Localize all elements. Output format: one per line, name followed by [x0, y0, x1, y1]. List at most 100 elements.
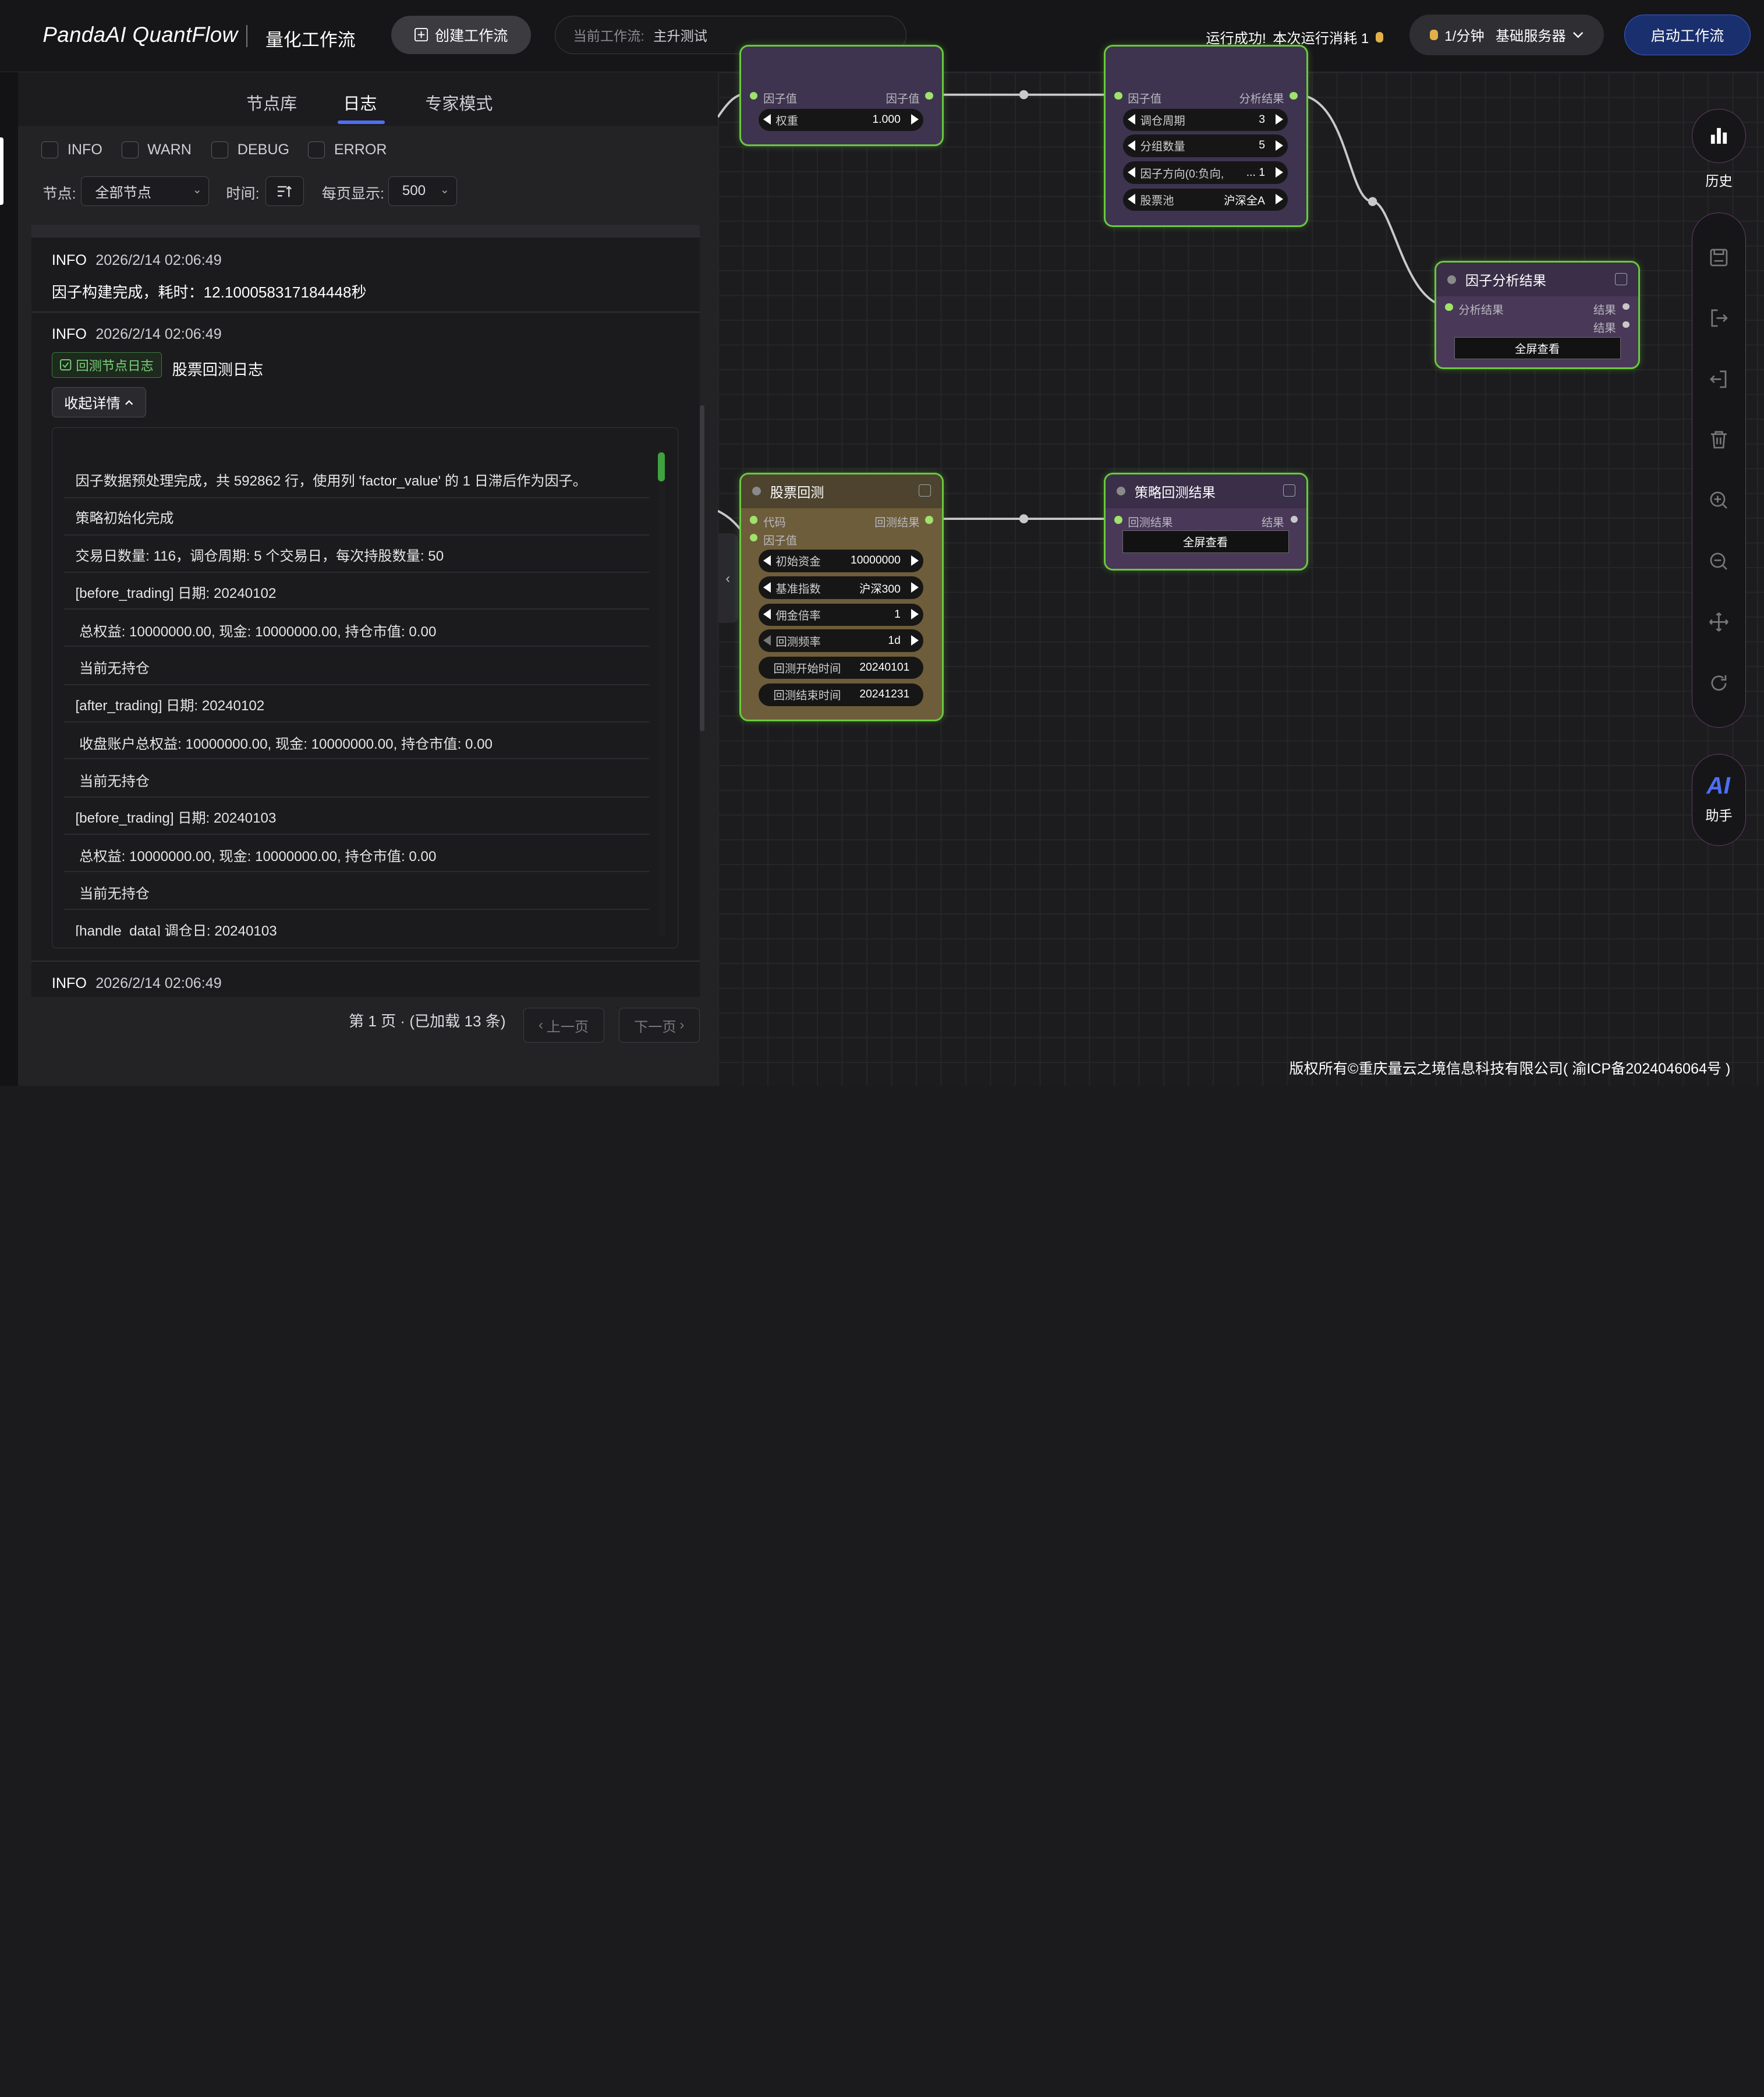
- tab-node-library[interactable]: 节点库: [246, 90, 297, 115]
- detail-divider: [64, 534, 649, 536]
- param-start-date[interactable]: 回测开始时间 20240101: [759, 656, 923, 679]
- decrement-icon[interactable]: [1128, 114, 1136, 125]
- port-label: 代码: [763, 517, 786, 530]
- output-port[interactable]: [1291, 516, 1298, 523]
- left-strip-indicator[interactable]: [0, 137, 3, 205]
- trash-icon[interactable]: [1706, 427, 1731, 452]
- increment-icon[interactable]: [1275, 167, 1283, 178]
- ai-assistant-button[interactable]: [1692, 753, 1746, 846]
- refresh-icon[interactable]: [1706, 671, 1731, 696]
- fullscreen-view-button[interactable]: 全屏查看: [1454, 336, 1621, 360]
- bar-chart-icon: [1706, 124, 1731, 149]
- node-filter-select[interactable]: 全部节点 ⌄: [81, 176, 210, 206]
- log-detail-list[interactable]: 因子数据预处理完成，共 592862 行，使用列 'factor_value' …: [64, 450, 649, 936]
- input-port[interactable]: [1445, 303, 1453, 311]
- output-port[interactable]: [925, 91, 933, 100]
- factor-analysis-node[interactable]: 因子值 分析结果 调仓周期 3 分组数量 5 因子方向(0:负向, ... 1 …: [1103, 45, 1309, 228]
- import-icon[interactable]: [1706, 367, 1731, 392]
- collapse-details-button[interactable]: 收起详情: [51, 387, 147, 417]
- decrement-icon[interactable]: [1128, 140, 1136, 151]
- prev-page-button[interactable]: ‹ 上一页: [523, 1008, 604, 1043]
- edit-icon[interactable]: [918, 484, 931, 497]
- decrement-icon[interactable]: [763, 555, 771, 566]
- port-label: 因子值: [763, 535, 798, 548]
- move-icon[interactable]: [1706, 610, 1731, 635]
- increment-icon[interactable]: [911, 609, 919, 620]
- param-commission[interactable]: 佣金倍率 1: [759, 603, 923, 626]
- port-label: 分析结果: [1239, 93, 1284, 105]
- detail-scrollbar[interactable]: [658, 449, 665, 936]
- input-port[interactable]: [1114, 91, 1122, 100]
- input-port[interactable]: [749, 516, 758, 524]
- decrement-icon[interactable]: [1128, 194, 1136, 205]
- left-strip: [0, 72, 18, 1086]
- stock-backtest-node[interactable]: 股票回测 代码 回测结果 因子值 初始资金 10000000 基准指数 沪深30…: [739, 472, 944, 721]
- filter-warn-checkbox[interactable]: WARN: [121, 141, 192, 159]
- tab-logs[interactable]: 日志: [343, 90, 377, 115]
- output-port[interactable]: [1623, 321, 1630, 328]
- filter-info-checkbox[interactable]: INFO: [41, 141, 102, 159]
- fullscreen-view-button[interactable]: 全屏查看: [1122, 530, 1289, 553]
- param-group-count[interactable]: 分组数量 5: [1123, 134, 1288, 157]
- factor-weight-node[interactable]: 因子值 因子值 权重 1.000: [739, 45, 944, 147]
- increment-icon[interactable]: [1275, 194, 1283, 205]
- param-value: ... 1: [1246, 166, 1265, 179]
- input-port[interactable]: [749, 91, 758, 100]
- decrement-icon[interactable]: [763, 609, 771, 620]
- output-port[interactable]: [1290, 91, 1298, 100]
- param-initial-capital[interactable]: 初始资金 10000000: [759, 550, 923, 572]
- param-weight[interactable]: 权重 1.000: [759, 108, 923, 132]
- edit-icon[interactable]: [1614, 272, 1627, 285]
- decrement-icon[interactable]: [763, 635, 771, 646]
- port-label: 因子值: [885, 93, 920, 105]
- port-label: 结果: [1261, 517, 1284, 530]
- param-value: 5: [1259, 139, 1265, 152]
- create-workflow-button[interactable]: 创建工作流: [391, 16, 532, 54]
- decrement-icon[interactable]: [1128, 167, 1136, 178]
- canvas-toolbar: [1692, 212, 1746, 728]
- increment-icon[interactable]: [911, 582, 919, 593]
- save-icon[interactable]: [1706, 245, 1731, 270]
- current-workflow-label: 当前工作流:: [573, 28, 644, 44]
- panel-collapse-handle[interactable]: ‹: [717, 533, 738, 624]
- detail-divider: [64, 721, 649, 722]
- per-page-select[interactable]: 500 ⌄: [388, 176, 457, 206]
- detail-scrollbar-thumb[interactable]: [658, 452, 665, 482]
- time-sort-button[interactable]: [265, 176, 304, 206]
- tab-expert-mode[interactable]: 专家模式: [425, 90, 493, 115]
- port-label: 因子值: [763, 93, 798, 105]
- increment-icon[interactable]: [911, 635, 919, 646]
- edit-icon[interactable]: [1283, 484, 1295, 497]
- decrement-icon[interactable]: [763, 114, 771, 125]
- export-icon[interactable]: [1706, 306, 1731, 331]
- increment-icon[interactable]: [911, 555, 919, 566]
- output-port[interactable]: [1623, 303, 1630, 310]
- param-factor-direction[interactable]: 因子方向(0:负向, ... 1: [1123, 161, 1288, 185]
- param-frequency[interactable]: 回测频率 1d: [759, 629, 923, 652]
- increment-icon[interactable]: [1275, 140, 1283, 151]
- filter-error-checkbox[interactable]: ERROR: [308, 141, 387, 159]
- port-label: 分析结果: [1458, 304, 1504, 317]
- server-selector[interactable]: 1/分钟 基础服务器: [1409, 15, 1604, 55]
- increment-icon[interactable]: [911, 114, 919, 125]
- log-list-scrollbar[interactable]: [699, 405, 704, 731]
- param-stock-pool[interactable]: 股票池 沪深全A: [1123, 188, 1288, 211]
- input-port[interactable]: [749, 533, 758, 542]
- next-page-button[interactable]: 下一页 ›: [618, 1008, 700, 1043]
- param-benchmark[interactable]: 基准指数 沪深300: [759, 576, 923, 600]
- zoom-out-icon[interactable]: [1706, 549, 1731, 574]
- param-label: 回测开始时间: [773, 663, 841, 675]
- increment-icon[interactable]: [1275, 114, 1283, 125]
- decrement-icon[interactable]: [763, 582, 771, 593]
- zoom-in-icon[interactable]: [1706, 488, 1731, 513]
- input-port[interactable]: [1114, 516, 1122, 524]
- filter-debug-checkbox[interactable]: DEBUG: [211, 141, 289, 159]
- factor-result-node[interactable]: 因子分析结果 分析结果 结果 结果 全屏查看: [1434, 261, 1641, 369]
- param-rebalance-period[interactable]: 调仓周期 3: [1123, 108, 1288, 132]
- output-port[interactable]: [925, 516, 933, 524]
- checkbox-icon: [211, 141, 229, 159]
- strategy-result-node[interactable]: 策略回测结果 回测结果 结果 全屏查看: [1103, 472, 1309, 571]
- node-title: 因子分析结果: [1465, 273, 1546, 289]
- start-workflow-button[interactable]: 启动工作流: [1624, 15, 1751, 55]
- param-end-date[interactable]: 回测结束时间 20241231: [759, 683, 923, 706]
